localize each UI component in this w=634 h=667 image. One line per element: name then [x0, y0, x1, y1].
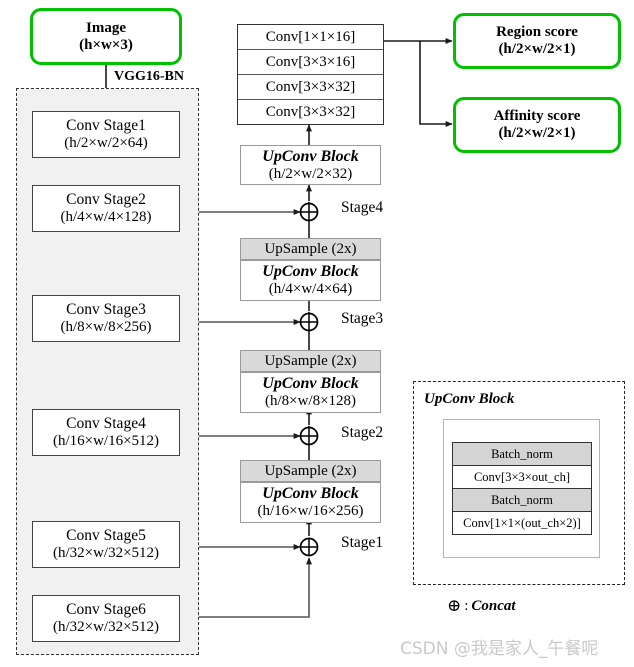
conv-stage-5-name: Conv Stage5 [66, 527, 146, 545]
architecture-diagram: Image (h×w×3) VGG16-BN Conv Stage1 (h/2×… [0, 0, 634, 667]
head-conv-stack: Conv[1×1×16] Conv[3×3×16] Conv[3×3×32] C… [237, 24, 384, 125]
concat-node-stage2[interactable] [298, 425, 320, 447]
upconv-block-stage2-title: UpConv Block [262, 375, 359, 393]
concat-node-stage1[interactable] [298, 536, 320, 558]
upconv-detail-row-batchnorm-1[interactable]: Batch_norm [453, 443, 591, 466]
concat-node-stage4[interactable] [298, 201, 320, 223]
output-affinity-score-label: Affinity score [493, 108, 581, 125]
upsample-stage2-label: UpSample (2x) [264, 352, 357, 369]
input-image-label: Image [86, 19, 126, 36]
conv-stage-1-name: Conv Stage1 [66, 117, 146, 135]
conv-stage-5[interactable]: Conv Stage5 (h/32×w/32×512) [32, 521, 180, 568]
conv-stage-4[interactable]: Conv Stage4 (h/16×w/16×512) [32, 409, 180, 456]
upconv-block-stage4-shape: (h/2×w/2×32) [268, 165, 353, 182]
upconv-detail-row-batchnorm-2[interactable]: Batch_norm [453, 489, 591, 512]
stage-label-1: Stage1 [341, 534, 384, 551]
head-conv-row-3[interactable]: Conv[3×3×32] [238, 75, 383, 100]
conv-stage-6-name: Conv Stage6 [66, 601, 146, 619]
output-region-score[interactable]: Region score (h/2×w/2×1) [453, 13, 621, 69]
conv-stage-4-name: Conv Stage4 [66, 415, 146, 433]
legend-separator: : [464, 597, 469, 614]
output-region-score-label: Region score [496, 24, 578, 41]
conv-stage-1-shape: (h/2×w/2×64) [64, 134, 148, 151]
input-image-box[interactable]: Image (h×w×3) [30, 8, 182, 65]
upconv-block-stage4-title: UpConv Block [262, 147, 359, 165]
conv-stage-3[interactable]: Conv Stage3 (h/8×w/8×256) [32, 295, 180, 342]
upsample-stage1[interactable]: UpSample (2x) [240, 460, 381, 482]
output-region-score-shape: (h/2×w/2×1) [498, 41, 576, 57]
concat-icon: ⊕ [447, 596, 462, 615]
conv-stage-3-name: Conv Stage3 [66, 301, 146, 319]
upconv-detail-title: UpConv Block [424, 391, 515, 407]
upsample-stage3[interactable]: UpSample (2x) [240, 238, 381, 260]
conv-stage-4-shape: (h/16×w/16×512) [52, 432, 160, 449]
upconv-detail-row-conv3x3[interactable]: Conv[3×3×out_ch] [453, 466, 591, 489]
conv-stage-2-name: Conv Stage2 [66, 191, 146, 209]
concat-node-stage3[interactable] [298, 311, 320, 333]
upsample-stage1-label: UpSample (2x) [264, 462, 357, 479]
conv-stage-6-shape: (h/32×w/32×512) [52, 618, 160, 635]
upconv-block-stage3[interactable]: UpConv Block (h/4×w/4×64) [240, 260, 381, 301]
upconv-block-stage1[interactable]: UpConv Block (h/16×w/16×256) [240, 482, 381, 523]
conv-stage-3-shape: (h/8×w/8×256) [60, 318, 152, 335]
upconv-block-stage3-shape: (h/4×w/4×64) [268, 281, 353, 298]
upsample-stage3-label: UpSample (2x) [264, 240, 357, 257]
conv-stage-5-shape: (h/32×w/32×512) [52, 544, 160, 561]
upconv-block-stage2-shape: (h/8×w/8×128) [264, 393, 357, 410]
legend-concat: ⊕ : Concat [447, 596, 516, 616]
stage-label-2: Stage2 [341, 424, 384, 441]
watermark: CSDN @我是家人_午餐呢 [400, 639, 599, 659]
output-affinity-score[interactable]: Affinity score (h/2×w/2×1) [453, 97, 621, 153]
backbone-region [16, 88, 199, 655]
upsample-stage2[interactable]: UpSample (2x) [240, 350, 381, 372]
conv-stage-2[interactable]: Conv Stage2 (h/4×w/4×128) [32, 185, 180, 232]
conv-stage-2-shape: (h/4×w/4×128) [60, 208, 152, 225]
upconv-detail-row-conv1x1[interactable]: Conv[1×1×(out_ch×2)] [453, 512, 591, 534]
upconv-block-stage1-title: UpConv Block [262, 485, 359, 503]
stage-label-4: Stage4 [341, 199, 384, 216]
output-affinity-score-shape: (h/2×w/2×1) [498, 125, 576, 141]
backbone-label: VGG16-BN [114, 69, 184, 84]
input-image-shape: (h×w×3) [79, 36, 133, 53]
stage-label-3: Stage3 [341, 310, 384, 327]
conv-stage-6[interactable]: Conv Stage6 (h/32×w/32×512) [32, 595, 180, 642]
head-conv-row-4[interactable]: Conv[3×3×32] [238, 100, 383, 124]
head-conv-row-1[interactable]: Conv[1×1×16] [238, 25, 383, 50]
legend-concat-label: Concat [471, 597, 516, 614]
head-conv-row-2[interactable]: Conv[3×3×16] [238, 50, 383, 75]
upconv-block-stage4[interactable]: UpConv Block (h/2×w/2×32) [240, 145, 381, 185]
conv-stage-1[interactable]: Conv Stage1 (h/2×w/2×64) [32, 111, 180, 158]
upconv-detail-stack: Batch_norm Conv[3×3×out_ch] Batch_norm C… [452, 442, 592, 535]
upconv-block-stage1-shape: (h/16×w/16×256) [257, 503, 364, 520]
upconv-block-stage2[interactable]: UpConv Block (h/8×w/8×128) [240, 372, 381, 413]
upconv-block-stage3-title: UpConv Block [262, 263, 359, 281]
